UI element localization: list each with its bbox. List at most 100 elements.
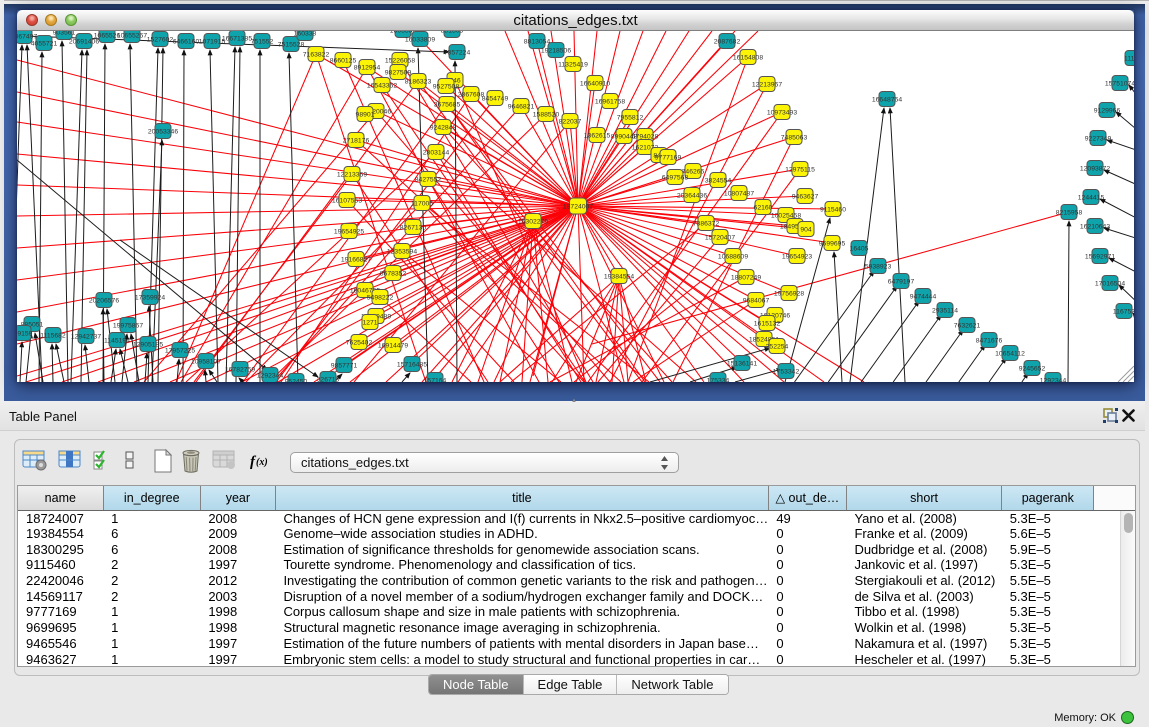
svg-text:16782759: 16782759 [225, 367, 255, 374]
svg-text:6497568: 6497568 [662, 175, 689, 182]
svg-text:9242848: 9242848 [430, 125, 457, 132]
svg-text:18724007: 18724007 [563, 204, 593, 211]
svg-text:1292344: 1292344 [1040, 378, 1067, 383]
svg-text:16640910: 16640910 [580, 81, 610, 88]
svg-text:15136141: 15136141 [727, 361, 757, 368]
svg-text:9463627: 9463627 [792, 194, 819, 201]
svg-text:17957225: 17957225 [165, 348, 195, 355]
svg-text:20206576: 20206576 [89, 298, 119, 305]
svg-text:9527508: 9527508 [433, 84, 460, 91]
svg-text:1292344: 1292344 [257, 373, 284, 380]
svg-text:252254: 252254 [766, 344, 789, 351]
svg-text:9245652: 9245652 [1019, 366, 1046, 373]
svg-text:9827509: 9827509 [385, 70, 412, 77]
svg-text:15226058: 15226058 [385, 58, 415, 65]
svg-text:1527602: 1527602 [147, 37, 174, 44]
svg-text:16405: 16405 [850, 246, 869, 253]
svg-text:20053346: 20053346 [148, 129, 178, 136]
svg-text:8471676: 8471676 [976, 338, 1003, 345]
svg-text:9857771: 9857771 [331, 363, 358, 370]
svg-text:1244415: 1244415 [1078, 195, 1105, 202]
svg-text:7632621: 7632621 [954, 323, 981, 330]
svg-text:6479197: 6479197 [888, 279, 915, 286]
svg-text:1362615: 1362615 [584, 133, 611, 140]
svg-text:8454749: 8454749 [482, 96, 509, 103]
svg-text:326713: 326713 [317, 377, 340, 383]
svg-text:952450: 952450 [285, 379, 308, 383]
svg-text:12975115: 12975115 [785, 167, 815, 174]
svg-text:1588520: 1588520 [533, 112, 560, 119]
svg-text:157164: 157164 [424, 378, 447, 383]
svg-text:1271: 1271 [362, 320, 377, 327]
svg-text:16107553: 16107553 [332, 198, 362, 205]
svg-text:12213369: 12213369 [337, 172, 367, 179]
svg-text:12353594: 12353594 [387, 249, 417, 256]
svg-text:116753: 116753 [1113, 309, 1134, 316]
svg-text:16648764: 16648764 [872, 97, 902, 104]
svg-text:9777169: 9777169 [655, 155, 682, 162]
svg-text:8912954: 8912954 [354, 65, 381, 72]
svg-text:904: 904 [800, 227, 812, 234]
svg-text:12905185: 12905185 [133, 342, 163, 349]
svg-text:15716485: 15716485 [397, 362, 427, 369]
svg-text:17016504: 17016504 [1095, 281, 1125, 288]
svg-text:1115682: 1115682 [40, 333, 66, 340]
svg-text:822037: 822037 [559, 119, 582, 126]
svg-text:2803144: 2803144 [423, 150, 450, 157]
svg-text:2087682: 2087682 [714, 39, 741, 46]
svg-text:20364436: 20364436 [677, 193, 707, 200]
svg-text:10654112: 10654112 [995, 351, 1025, 358]
svg-text:8660125: 8660125 [330, 58, 357, 65]
svg-text:39159: 39159 [17, 331, 33, 338]
svg-text:98901: 98901 [356, 112, 375, 119]
svg-text:8186323: 8186323 [405, 79, 432, 86]
svg-text:10973493: 10973493 [767, 110, 797, 117]
svg-text:19166827: 19166827 [341, 257, 371, 264]
svg-text:2935114: 2935114 [932, 308, 958, 315]
svg-text:16154808: 16154808 [733, 55, 763, 62]
svg-text:16671385: 16671385 [222, 36, 252, 43]
svg-text:19975867: 19975867 [113, 323, 143, 330]
svg-text:19218506: 19218506 [541, 48, 571, 55]
svg-text:3675685: 3675685 [434, 102, 461, 109]
svg-text:11178: 11178 [1124, 56, 1134, 63]
svg-text:15302275: 15302275 [518, 219, 548, 226]
svg-text:12213967: 12213967 [752, 82, 782, 89]
svg-text:5938923: 5938923 [865, 264, 892, 271]
svg-text:16033809: 16033809 [405, 37, 435, 44]
svg-text:16210643: 16210643 [1080, 224, 1110, 231]
svg-text:10807487: 10807487 [724, 191, 754, 198]
svg-text:903561: 903561 [53, 31, 76, 37]
svg-text:9129966: 9129966 [1094, 108, 1121, 115]
svg-text:16543362: 16543362 [367, 83, 397, 90]
svg-text:4055721: 4055721 [31, 41, 58, 48]
svg-text:19384554: 19384554 [604, 274, 634, 281]
svg-text:8215958: 8215958 [1056, 210, 1083, 217]
svg-text:(x): (x) [256, 457, 268, 468]
svg-text:8267130: 8267130 [400, 225, 427, 232]
svg-text:751552: 751552 [251, 39, 274, 46]
svg-text:10958107: 10958107 [191, 359, 221, 366]
svg-text:2718176: 2718176 [343, 138, 370, 145]
svg-text:7386372: 7386372 [693, 221, 720, 228]
svg-text:9474444: 9474444 [910, 294, 937, 301]
svg-text:7625402: 7625402 [346, 340, 373, 347]
svg-text:17359924: 17359924 [135, 295, 165, 302]
svg-text:20691406: 20691406 [69, 39, 99, 46]
svg-text:7955812: 7955812 [617, 115, 644, 122]
svg-text:2867608: 2867608 [458, 92, 485, 99]
svg-text:10655267: 10655267 [117, 33, 147, 40]
svg-text:19756928: 19756928 [774, 291, 804, 298]
svg-text:175334: 175334 [707, 378, 730, 383]
svg-text:8427552: 8427552 [415, 177, 442, 184]
svg-text:15751074: 15751074 [1105, 81, 1134, 88]
svg-text:7515528: 7515528 [278, 42, 305, 49]
svg-text:117006: 117006 [411, 201, 433, 208]
svg-text:881305: 881305 [441, 31, 464, 35]
svg-text:11325419: 11325419 [558, 62, 588, 69]
svg-text:15692971: 15692971 [1085, 254, 1115, 261]
svg-text:160338: 160338 [294, 31, 317, 38]
svg-text:10688609: 10688609 [718, 254, 748, 261]
svg-text:3824554: 3824554 [705, 178, 732, 185]
svg-text:9699695: 9699695 [819, 241, 846, 248]
